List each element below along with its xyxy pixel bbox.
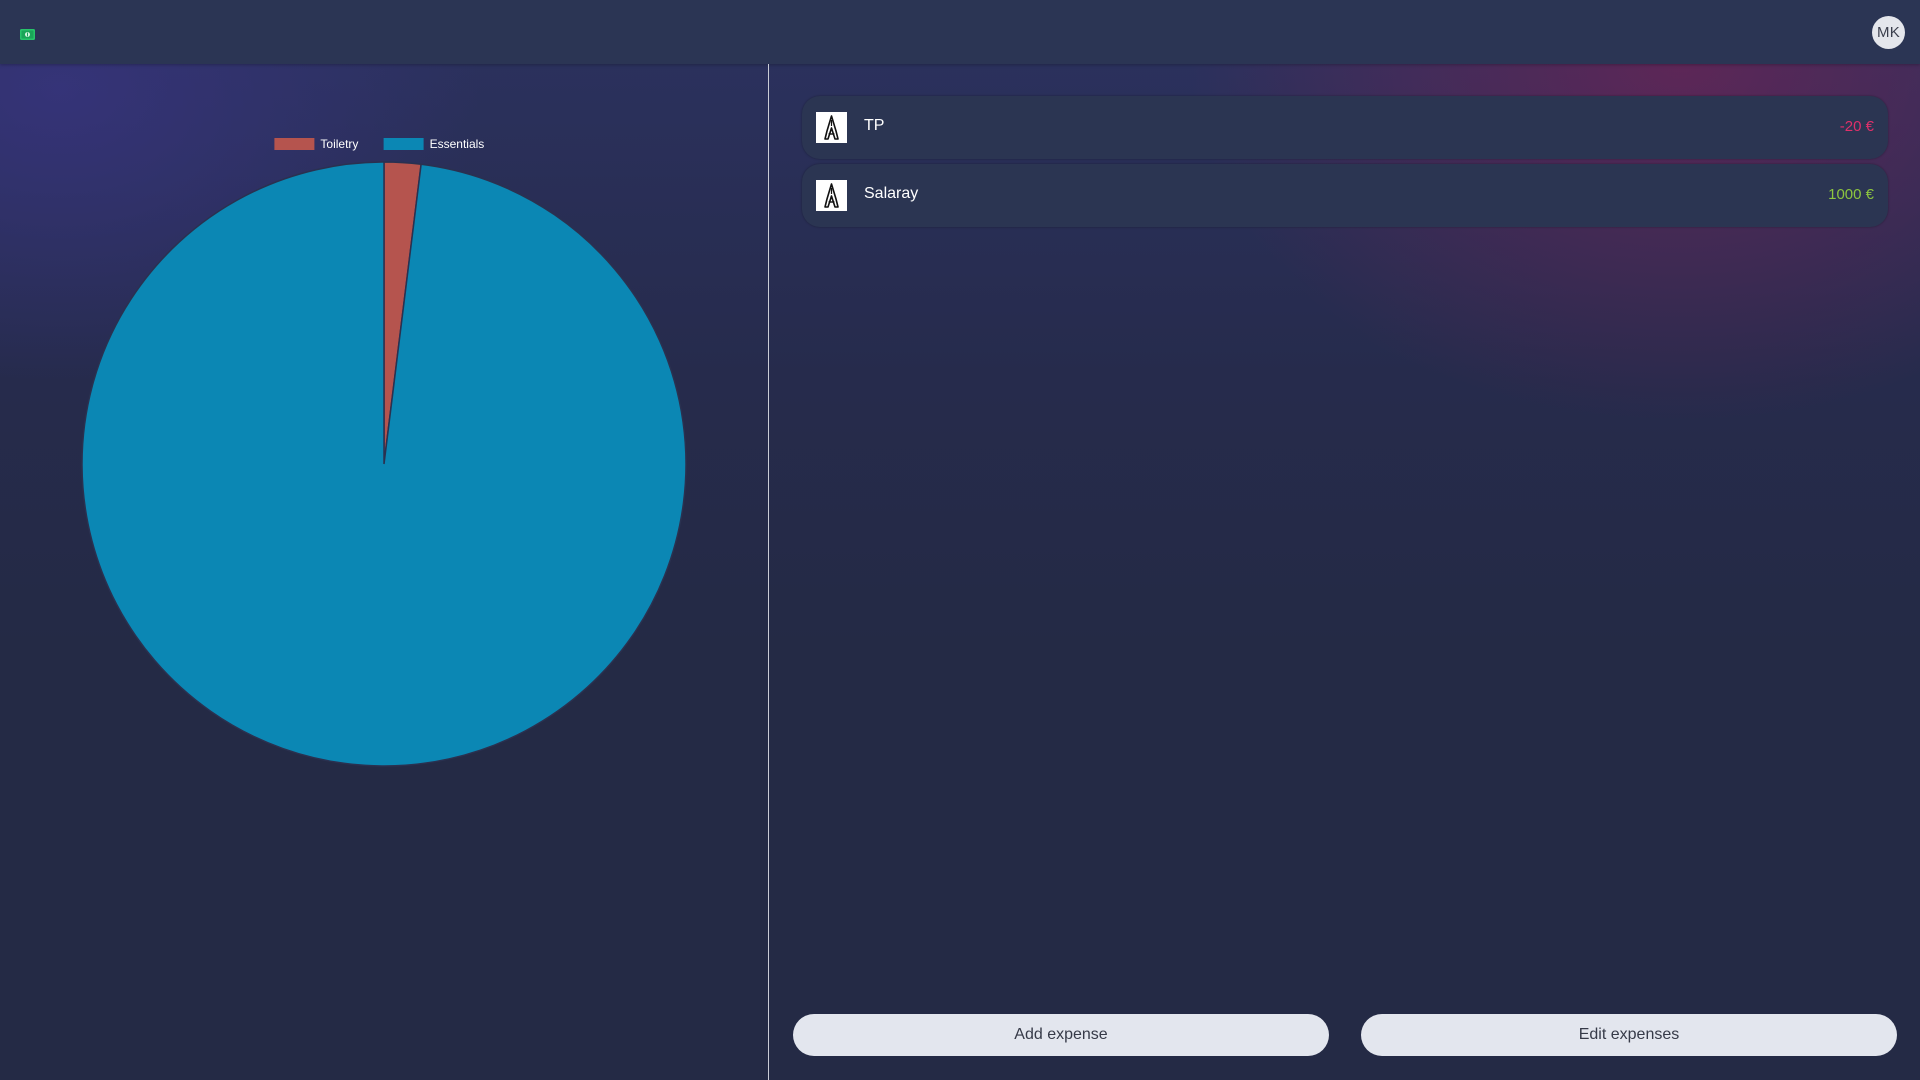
transaction-name: TP <box>864 117 885 134</box>
transaction-row[interactable]: Salaray 1000 € <box>802 164 1888 227</box>
transaction-amount: -20 € <box>1839 118 1874 135</box>
edit-expenses-button[interactable]: Edit expenses <box>1361 1014 1897 1056</box>
money-icon[interactable] <box>20 27 35 40</box>
category-icon <box>816 112 847 143</box>
pie-chart-svg: Toiletry Essentials <box>81 137 687 767</box>
transaction-list: TP -20 € Salaray 1000 € <box>802 96 1888 232</box>
legend-label-essentials[interactable]: Essentials <box>430 137 485 151</box>
transaction-name: Salaray <box>864 185 919 202</box>
transaction-row[interactable]: TP -20 € <box>802 96 1888 159</box>
expense-pie-chart: Toiletry Essentials <box>0 64 768 1080</box>
category-icon <box>816 180 847 211</box>
transaction-amount: 1000 € <box>1828 186 1874 203</box>
legend-label-toiletry[interactable]: Toiletry <box>320 137 358 151</box>
legend-swatch-toiletry[interactable] <box>274 138 315 150</box>
legend-swatch-essentials[interactable] <box>383 138 424 150</box>
avatar[interactable]: MK <box>1872 16 1905 49</box>
add-expense-button[interactable]: Add expense <box>793 1014 1329 1056</box>
pie-slice-essentials[interactable] <box>81 161 687 767</box>
panel-divider <box>768 64 769 1080</box>
top-bar: MK <box>0 0 1920 64</box>
